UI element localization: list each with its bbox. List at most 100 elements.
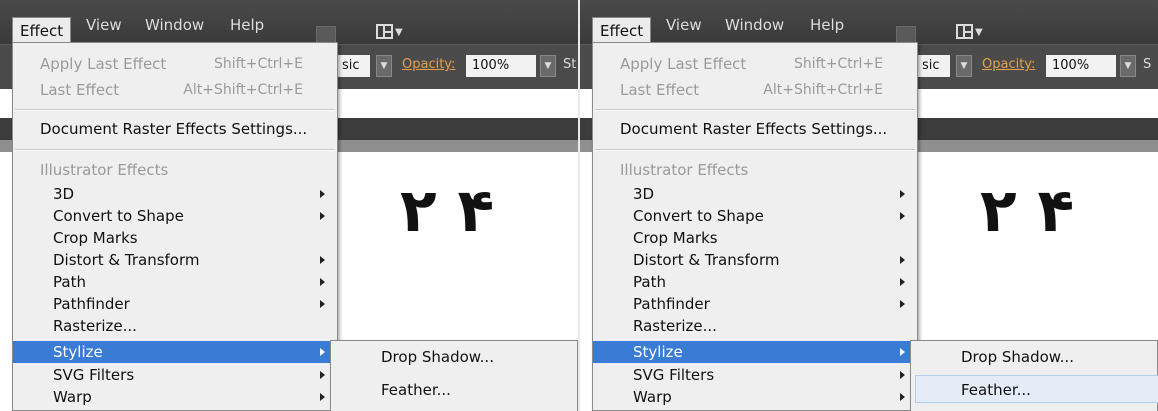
artboard-text: ۴ ۲ bbox=[400, 176, 495, 246]
menu-item-warp[interactable]: Warp bbox=[593, 386, 917, 408]
menu-item-label: Apply Last Effect bbox=[620, 55, 747, 73]
submenu-arrow-icon bbox=[900, 278, 905, 286]
opacity-label[interactable]: Opacity: bbox=[982, 57, 1035, 72]
menu-separator bbox=[15, 149, 335, 151]
menu-item-convert-to-shape[interactable]: Convert to Shape bbox=[593, 205, 917, 227]
menu-item-apply-last-effect[interactable]: Apply Last Effect Shift+Ctrl+E bbox=[593, 53, 917, 75]
menu-effect[interactable]: Effect bbox=[12, 17, 72, 44]
opacity-field[interactable]: 100% bbox=[466, 55, 536, 77]
menu-item-apply-last-effect[interactable]: Apply Last Effect Shift+Ctrl+E bbox=[13, 53, 337, 75]
menu-bar: Effect View Window Help ▼ bbox=[0, 0, 578, 46]
submenu-item-drop-shadow[interactable]: Drop Shadow... bbox=[911, 343, 1157, 371]
submenu-arrow-icon bbox=[320, 371, 325, 379]
stylize-submenu: Drop Shadow... Feather... bbox=[330, 340, 578, 411]
workspace-icon[interactable] bbox=[956, 24, 973, 39]
menu-item-label: Distort & Transform bbox=[633, 251, 780, 269]
effect-menu: Apply Last Effect Shift+Ctrl+E Last Effe… bbox=[12, 42, 338, 411]
submenu-item-feather[interactable]: Feather... bbox=[915, 375, 1158, 403]
menu-help[interactable]: Help bbox=[803, 14, 851, 36]
menu-item-label: Pathfinder bbox=[53, 295, 130, 313]
menu-item-3d[interactable]: 3D bbox=[13, 183, 337, 205]
menu-bar: Effect View Window Help ▼ bbox=[580, 0, 1158, 46]
section-header-label: Illustrator Effects bbox=[40, 161, 169, 179]
workspace-caret-icon[interactable]: ▼ bbox=[975, 27, 983, 38]
menu-item-3d[interactable]: 3D bbox=[593, 183, 917, 205]
graphic-style-dropdown[interactable]: ▼ bbox=[956, 55, 972, 77]
menu-item-stylize[interactable]: Stylize bbox=[13, 341, 337, 363]
submenu-arrow-icon bbox=[900, 300, 905, 308]
graphic-style-dropdown[interactable]: ▼ bbox=[376, 55, 392, 77]
menu-item-label: Crop Marks bbox=[53, 229, 138, 247]
menu-item-distort-transform[interactable]: Distort & Transform bbox=[13, 249, 337, 271]
submenu-item-label: Drop Shadow... bbox=[961, 348, 1074, 366]
menu-item-pathfinder[interactable]: Pathfinder bbox=[13, 293, 337, 315]
menu-item-label: Path bbox=[53, 273, 86, 291]
menu-item-label: Last Effect bbox=[40, 81, 120, 99]
menu-item-label: SVG Filters bbox=[53, 366, 135, 384]
effect-menu: Apply Last Effect Shift+Ctrl+E Last Effe… bbox=[592, 42, 918, 411]
menu-item-svg-filters[interactable]: SVG Filters bbox=[13, 364, 337, 386]
submenu-arrow-icon bbox=[320, 278, 325, 286]
menu-item-last-effect[interactable]: Last Effect Alt+Shift+Ctrl+E bbox=[593, 79, 917, 101]
menu-item-rasterize[interactable]: Rasterize... bbox=[13, 315, 337, 337]
workspace-caret-icon[interactable]: ▼ bbox=[395, 27, 403, 38]
section-header-label: Illustrator Effects bbox=[620, 161, 749, 179]
menu-item-convert-to-shape[interactable]: Convert to Shape bbox=[13, 205, 337, 227]
menu-item-label: Warp bbox=[53, 388, 92, 406]
menu-separator bbox=[595, 109, 915, 111]
submenu-arrow-icon bbox=[900, 190, 905, 198]
menu-item-document-raster-effects-settings[interactable]: Document Raster Effects Settings... bbox=[593, 118, 917, 140]
menu-item-crop-marks[interactable]: Crop Marks bbox=[13, 227, 337, 249]
submenu-item-feather[interactable]: Feather... bbox=[331, 376, 577, 404]
menu-item-path[interactable]: Path bbox=[593, 271, 917, 293]
submenu-item-drop-shadow[interactable]: Drop Shadow... bbox=[331, 343, 577, 371]
submenu-arrow-icon bbox=[900, 212, 905, 220]
menu-view[interactable]: View bbox=[79, 14, 129, 36]
menu-item-document-raster-effects-settings[interactable]: Document Raster Effects Settings... bbox=[13, 118, 337, 140]
shortcut: Alt+Shift+Ctrl+E bbox=[183, 82, 303, 98]
submenu-arrow-icon bbox=[320, 256, 325, 264]
screenshot-right: Effect View Window Help ▼ sic ▼ Opacity:… bbox=[580, 0, 1158, 411]
menu-item-label: Rasterize... bbox=[633, 317, 717, 335]
opacity-label[interactable]: Opacity: bbox=[402, 57, 455, 72]
menu-item-label: Convert to Shape bbox=[633, 207, 764, 225]
menu-window[interactable]: Window bbox=[718, 14, 791, 36]
menu-item-stylize[interactable]: Stylize bbox=[593, 341, 917, 363]
menu-item-label: Stylize bbox=[53, 343, 103, 361]
submenu-arrow-icon bbox=[320, 348, 325, 356]
menu-item-last-effect[interactable]: Last Effect Alt+Shift+Ctrl+E bbox=[13, 79, 337, 101]
menu-help[interactable]: Help bbox=[223, 14, 271, 36]
menu-item-pathfinder[interactable]: Pathfinder bbox=[593, 293, 917, 315]
menu-item-label: Document Raster Effects Settings... bbox=[40, 120, 308, 138]
workspace-icon[interactable] bbox=[376, 24, 393, 39]
menu-item-label: Crop Marks bbox=[633, 229, 718, 247]
opacity-dropdown[interactable]: ▼ bbox=[1120, 55, 1136, 77]
artboard-text: ۴ ۲ bbox=[980, 176, 1075, 246]
shortcut: Shift+Ctrl+E bbox=[213, 56, 303, 72]
section-header-illustrator-effects: Illustrator Effects bbox=[13, 159, 337, 181]
submenu-arrow-icon bbox=[900, 348, 905, 356]
opacity-dropdown[interactable]: ▼ bbox=[540, 55, 556, 77]
menu-item-label: Stylize bbox=[633, 343, 683, 361]
menu-item-path[interactable]: Path bbox=[13, 271, 337, 293]
menu-item-rasterize[interactable]: Rasterize... bbox=[593, 315, 917, 337]
submenu-arrow-icon bbox=[320, 393, 325, 401]
menu-separator bbox=[15, 109, 335, 111]
menu-window[interactable]: Window bbox=[138, 14, 211, 36]
menu-item-svg-filters[interactable]: SVG Filters bbox=[593, 364, 917, 386]
menu-item-label: 3D bbox=[633, 185, 655, 203]
menu-effect[interactable]: Effect bbox=[592, 17, 652, 44]
submenu-arrow-icon bbox=[900, 371, 905, 379]
menu-item-label: Rasterize... bbox=[53, 317, 137, 335]
menu-item-label: Document Raster Effects Settings... bbox=[620, 120, 888, 138]
menu-item-distort-transform[interactable]: Distort & Transform bbox=[593, 249, 917, 271]
style-label: S bbox=[1143, 57, 1152, 72]
menu-view[interactable]: View bbox=[659, 14, 709, 36]
menu-item-crop-marks[interactable]: Crop Marks bbox=[593, 227, 917, 249]
submenu-arrow-icon bbox=[320, 300, 325, 308]
style-label: St bbox=[563, 57, 577, 72]
opacity-field[interactable]: 100% bbox=[1046, 55, 1116, 77]
submenu-item-label: Drop Shadow... bbox=[381, 348, 494, 366]
menu-item-label: Pathfinder bbox=[633, 295, 710, 313]
menu-item-warp[interactable]: Warp bbox=[13, 386, 337, 408]
